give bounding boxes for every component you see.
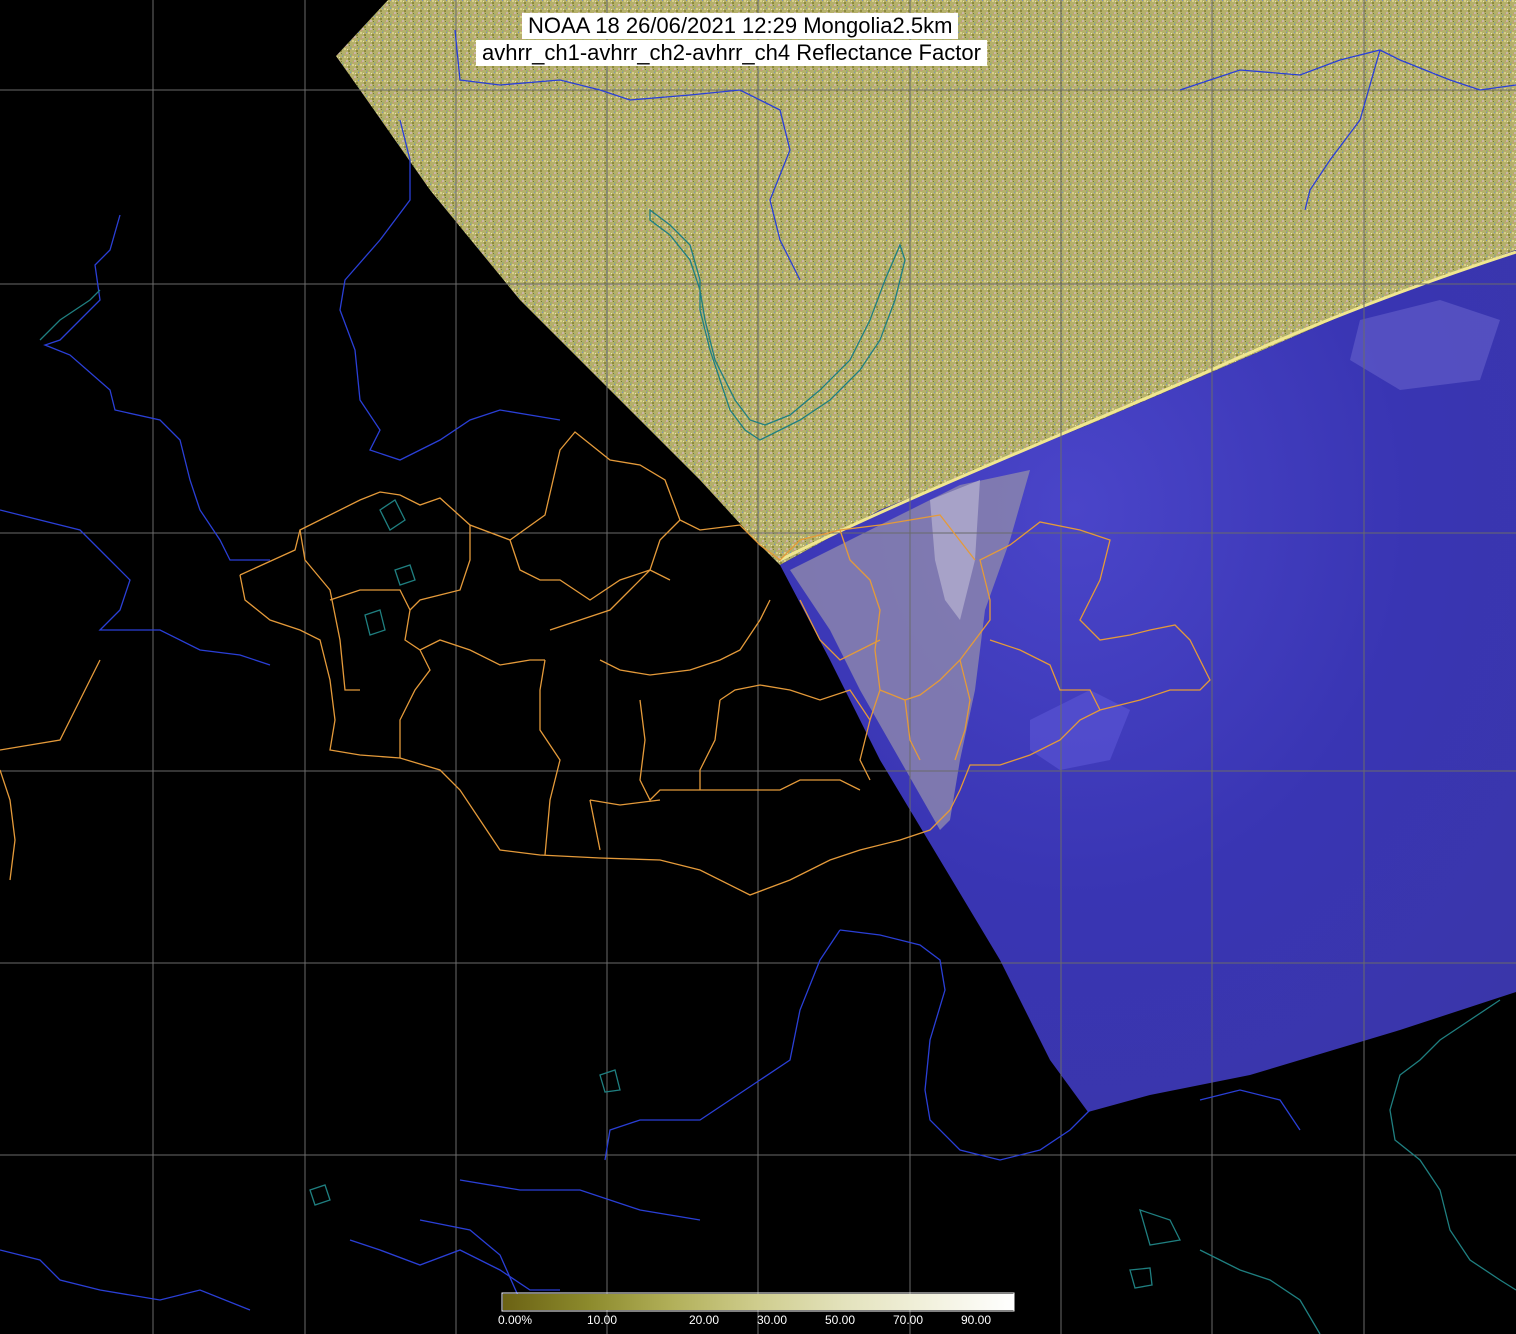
map-title-line-2: avhrr_ch1-avhrr_ch2-avhrr_ch4 Reflectanc… [476, 40, 987, 66]
colorbar-tick-label: 90.00 [961, 1313, 992, 1327]
colorbar-segment [758, 1294, 844, 1310]
colorbar-segment [843, 1294, 929, 1310]
colorbar-tick-label: 70.00 [893, 1313, 924, 1327]
colorbar-tick-label: 30.00 [757, 1313, 788, 1327]
colorbar-segment [928, 1294, 1014, 1310]
colorbar-segment [503, 1294, 589, 1310]
satellite-map [0, 0, 1516, 1334]
colorbar [501, 1292, 1015, 1312]
map-title-line-1: NOAA 18 26/06/2021 12:29 Mongolia2.5km [522, 13, 959, 39]
colorbar-tick-label: 50.00 [825, 1313, 856, 1327]
colorbar-tick-label: 20.00 [689, 1313, 720, 1327]
colorbar-segment [588, 1294, 674, 1310]
colorbar-tick-label: 10.00 [587, 1313, 618, 1327]
colorbar-segments [503, 1294, 1014, 1310]
colorbar-tick-label: 0.00% [498, 1313, 533, 1327]
colorbar-segment [673, 1294, 759, 1310]
